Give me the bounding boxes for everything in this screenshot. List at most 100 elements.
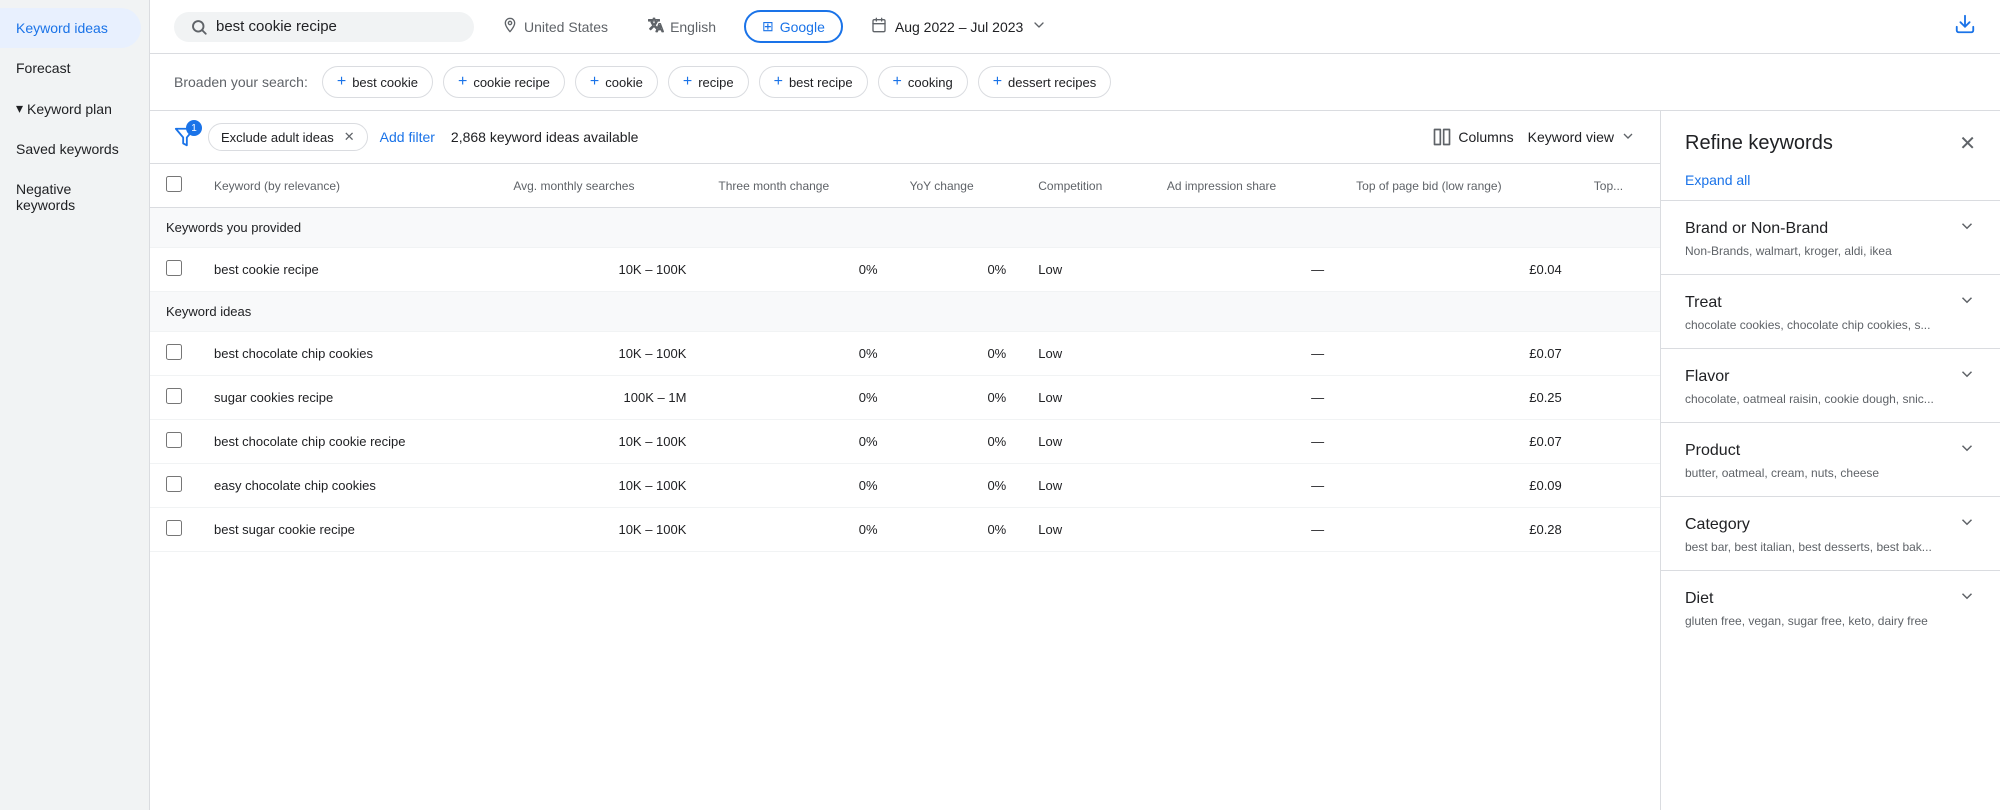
cell-avg-monthly: 10K – 100K <box>497 420 702 464</box>
cell-competition: Low <box>1022 464 1151 508</box>
refine-item-diet[interactable]: Diet gluten free, vegan, sugar free, ket… <box>1661 570 2000 644</box>
cell-top-bid-high <box>1578 464 1660 508</box>
section-header-label: Keyword ideas <box>150 292 1660 332</box>
exclude-chip-label: Exclude adult ideas <box>221 130 334 145</box>
broaden-chip-label: cooking <box>908 75 953 90</box>
broaden-chip-label: dessert recipes <box>1008 75 1096 90</box>
close-refine-button[interactable]: ✕ <box>1959 131 1976 156</box>
refine-item-title: Flavor <box>1685 368 1729 386</box>
row-checkbox[interactable] <box>166 432 182 448</box>
row-checkbox[interactable] <box>166 476 182 492</box>
refine-item-subtitle: butter, oatmeal, cream, nuts, cheese <box>1685 466 1976 480</box>
broaden-chip-label: cookie <box>605 75 643 90</box>
filter-icon-button[interactable]: 1 <box>174 126 196 148</box>
sidebar-item-forecast[interactable]: Forecast <box>0 48 141 88</box>
table-section-header: Keywords you provided <box>150 208 1660 248</box>
refine-item-brand-non-brand[interactable]: Brand or Non-Brand Non-Brands, walmart, … <box>1661 200 2000 274</box>
view-label: Keyword view <box>1528 129 1614 145</box>
google-icon: ⊞ <box>762 18 774 35</box>
chevron-down-icon <box>1620 128 1636 147</box>
broaden-chip-label: best cookie <box>352 75 418 90</box>
broaden-chip-label: recipe <box>698 75 733 90</box>
broaden-chip-2[interactable]: + cookie <box>575 66 658 98</box>
download-button[interactable] <box>1954 13 1976 41</box>
remove-filter-button[interactable]: ✕ <box>344 129 355 145</box>
sidebar-item-label: Keyword ideas <box>16 20 108 36</box>
chevron-down-icon <box>1958 217 1976 240</box>
cell-keyword: sugar cookies recipe <box>198 376 497 420</box>
refine-panel: Refine keywords ✕ Expand all Brand or No… <box>1660 111 2000 810</box>
location-label: United States <box>524 19 608 35</box>
section-header-label: Keywords you provided <box>150 208 1660 248</box>
sidebar-item-keyword-ideas[interactable]: Keyword ideas <box>0 8 141 48</box>
cell-yoy-change: 0% <box>894 508 1023 552</box>
date-range-picker[interactable]: Aug 2022 – Jul 2023 <box>859 11 1059 42</box>
row-checkbox[interactable] <box>166 388 182 404</box>
refine-header: Refine keywords ✕ <box>1661 111 2000 168</box>
col-competition: Competition <box>1022 164 1151 208</box>
search-input[interactable] <box>216 18 416 35</box>
cell-top-bid-low: £0.09 <box>1340 464 1578 508</box>
location-filter[interactable]: United States <box>490 11 620 42</box>
filter-bar: 1 Exclude adult ideas ✕ Add filter 2,868… <box>150 111 1660 164</box>
add-filter-button[interactable]: Add filter <box>380 129 435 145</box>
plus-icon: + <box>993 73 1002 91</box>
refine-item-subtitle: chocolate, oatmeal raisin, cookie dough,… <box>1685 392 1976 406</box>
cell-ad-impression: — <box>1151 376 1340 420</box>
cell-three-month: 0% <box>702 420 893 464</box>
broaden-chip-4[interactable]: + best recipe <box>759 66 868 98</box>
select-all-checkbox[interactable] <box>166 176 182 192</box>
language-icon <box>648 17 664 36</box>
cell-top-bid-low: £0.04 <box>1340 248 1578 292</box>
row-checkbox[interactable] <box>166 260 182 276</box>
broaden-chip-6[interactable]: + dessert recipes <box>978 66 1112 98</box>
sidebar-item-saved-keywords[interactable]: Saved keywords <box>0 129 141 169</box>
search-icon <box>190 18 208 36</box>
exclude-chip[interactable]: Exclude adult ideas ✕ <box>208 123 368 151</box>
refine-item-product[interactable]: Product butter, oatmeal, cream, nuts, ch… <box>1661 422 2000 496</box>
row-checkbox[interactable] <box>166 520 182 536</box>
cell-yoy-change: 0% <box>894 248 1023 292</box>
row-checkbox[interactable] <box>166 344 182 360</box>
keyword-table: Keyword (by relevance) Avg. monthly sear… <box>150 164 1660 552</box>
refine-item-title: Category <box>1685 516 1750 534</box>
cell-three-month: 0% <box>702 376 893 420</box>
search-engine-selector[interactable]: ⊞ Google <box>744 10 843 43</box>
cell-top-bid-low: £0.07 <box>1340 332 1578 376</box>
cell-competition: Low <box>1022 420 1151 464</box>
refine-item-category[interactable]: Category best bar, best italian, best de… <box>1661 496 2000 570</box>
broaden-chip-3[interactable]: + recipe <box>668 66 749 98</box>
table-row: best sugar cookie recipe10K – 100K0%0%Lo… <box>150 508 1660 552</box>
cell-three-month: 0% <box>702 332 893 376</box>
cell-ad-impression: — <box>1151 332 1340 376</box>
cell-avg-monthly: 10K – 100K <box>497 248 702 292</box>
arrow-icon: ▾ <box>16 100 23 117</box>
cell-avg-monthly: 10K – 100K <box>497 332 702 376</box>
cell-competition: Low <box>1022 248 1151 292</box>
cell-top-bid-high <box>1578 376 1660 420</box>
refine-item-title: Treat <box>1685 294 1722 312</box>
cell-top-bid-high <box>1578 420 1660 464</box>
column-view-selector[interactable]: Columns Keyword view <box>1432 127 1636 147</box>
search-container[interactable] <box>174 12 474 42</box>
cell-top-bid-low: £0.07 <box>1340 420 1578 464</box>
header: United States English ⊞ Google Aug 2022 … <box>150 0 2000 54</box>
expand-all-button[interactable]: Expand all <box>1661 168 2000 200</box>
broaden-chip-1[interactable]: + cookie recipe <box>443 66 565 98</box>
sidebar-item-label: Negative keywords <box>16 181 75 213</box>
sidebar-item-keyword-plan[interactable]: ▾ Keyword plan <box>0 88 141 129</box>
cell-competition: Low <box>1022 376 1151 420</box>
broaden-chip-5[interactable]: + cooking <box>878 66 968 98</box>
refine-item-title: Product <box>1685 442 1740 460</box>
language-filter[interactable]: English <box>636 11 728 42</box>
refine-item-treat[interactable]: Treat chocolate cookies, chocolate chip … <box>1661 274 2000 348</box>
broaden-label: Broaden your search: <box>174 74 308 90</box>
plus-icon: + <box>893 73 902 91</box>
plus-icon: + <box>683 73 692 91</box>
refine-item-flavor[interactable]: Flavor chocolate, oatmeal raisin, cookie… <box>1661 348 2000 422</box>
sidebar-item-negative-keywords[interactable]: Negative keywords <box>0 169 141 225</box>
broaden-chip-0[interactable]: + best cookie <box>322 66 433 98</box>
chevron-down-icon <box>1958 365 1976 388</box>
plus-icon: + <box>774 73 783 91</box>
col-top-bid: Top of page bid (low range) <box>1340 164 1578 208</box>
